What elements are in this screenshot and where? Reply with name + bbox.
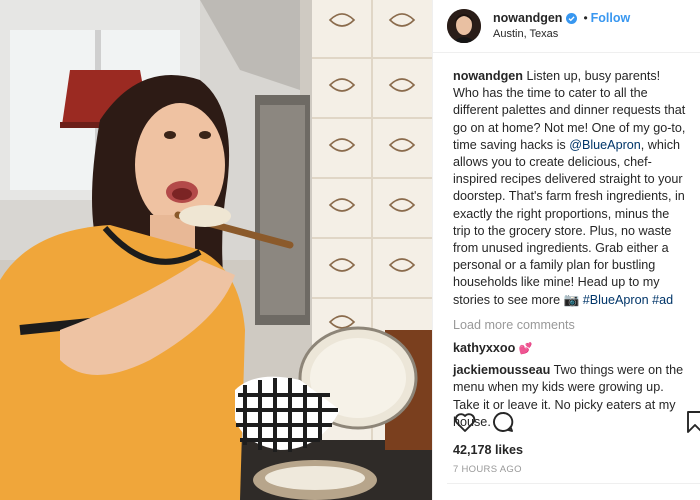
avatar[interactable]: [447, 9, 481, 43]
post-caption: nowandgen Listen up, busy parents! Who h…: [453, 68, 686, 309]
post-header: nowandgen • Follow Austin, Texas: [433, 0, 700, 53]
comment-username[interactable]: kathyxxoo: [453, 341, 515, 355]
post-photo[interactable]: [0, 0, 432, 500]
comment-username[interactable]: jackiemousseau: [453, 363, 550, 377]
hearts-emoji: 💕: [518, 343, 533, 356]
comments-section: nowandgen Listen up, busy parents! Who h…: [433, 53, 700, 431]
verified-badge-icon: [566, 12, 578, 24]
heart-icon[interactable]: [453, 410, 477, 434]
bookmark-icon[interactable]: [685, 410, 700, 434]
caption-text-part2: , which allows you to create delicious, …: [453, 137, 685, 307]
username-link[interactable]: nowandgen: [493, 10, 562, 26]
photo-illustration: [0, 0, 432, 500]
hashtag-blueapron[interactable]: #BlueApron: [583, 293, 649, 307]
location-link[interactable]: Austin, Texas: [493, 26, 630, 42]
comment-bubble-icon[interactable]: [491, 410, 515, 434]
mention-link[interactable]: @BlueApron: [569, 138, 641, 152]
follow-button[interactable]: Follow: [591, 10, 631, 26]
divider: [447, 483, 700, 484]
camera-emoji: 📷: [563, 292, 580, 307]
caption-username[interactable]: nowandgen: [453, 69, 523, 83]
post-sidebar: nowandgen • Follow Austin, Texas nowandg…: [432, 0, 700, 500]
separator-dot: •: [583, 11, 588, 25]
hashtag-ad[interactable]: #ad: [652, 293, 673, 307]
comment-item: kathyxxoo 💕: [453, 340, 686, 358]
likes-count[interactable]: 42,178 likes: [453, 443, 523, 457]
action-bar: [453, 408, 700, 436]
post-timestamp[interactable]: 7 HOURS AGO: [453, 464, 522, 475]
load-more-comments-button[interactable]: Load more comments: [453, 317, 686, 334]
